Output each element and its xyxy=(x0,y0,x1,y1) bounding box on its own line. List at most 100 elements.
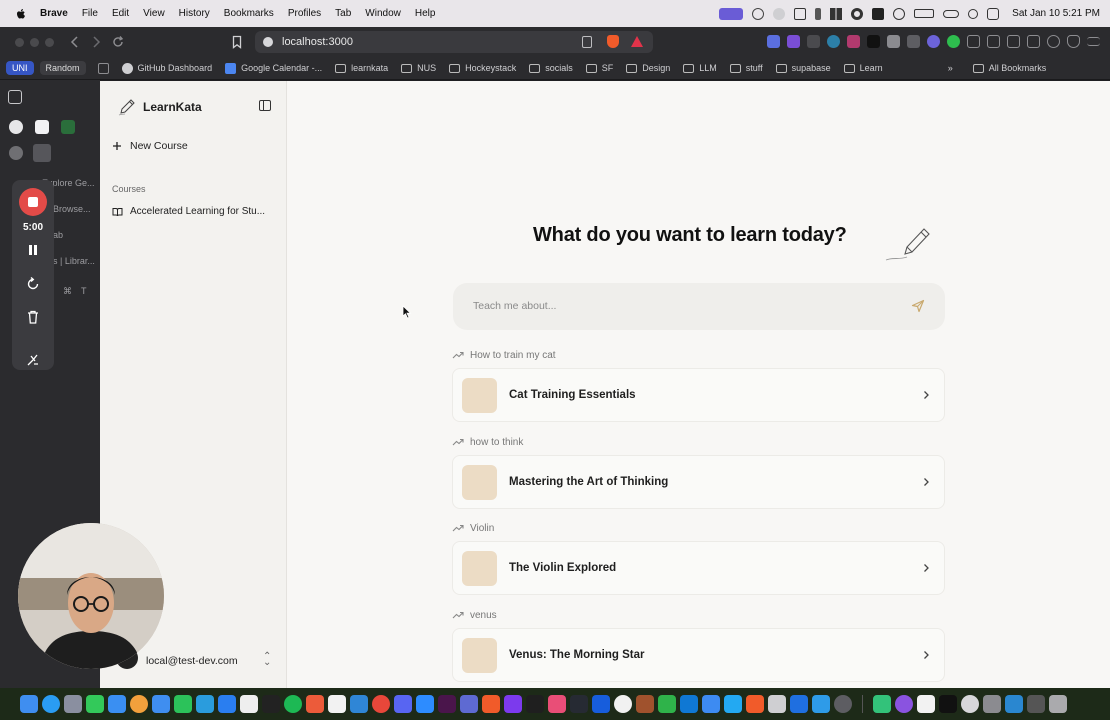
openai-icon[interactable] xyxy=(614,695,632,713)
menu-clock[interactable]: Sat Jan 10 5:21 PM xyxy=(1012,8,1100,19)
profile-badge[interactable]: UNI xyxy=(6,61,34,75)
extension-9-icon[interactable] xyxy=(927,35,940,48)
bookmark-stuff[interactable]: stuff xyxy=(729,63,763,73)
help-icon[interactable] xyxy=(834,695,852,713)
obsidian-icon[interactable] xyxy=(504,695,522,713)
dictionary-a-icon[interactable] xyxy=(872,7,885,20)
pinned-tab-plus[interactable] xyxy=(35,120,49,134)
pinned-tab-supabase[interactable] xyxy=(61,120,75,134)
vpn-icon[interactable] xyxy=(1067,35,1080,48)
screen-record-icon[interactable] xyxy=(719,7,744,20)
collapse-sidebar-icon[interactable] xyxy=(259,100,271,111)
bookmark-learnkata[interactable]: learnkata xyxy=(335,63,388,73)
zoom-icon[interactable] xyxy=(416,695,434,713)
menu-file[interactable]: File xyxy=(82,8,98,19)
site-info-icon[interactable] xyxy=(263,37,273,47)
menu-bookmarks[interactable]: Bookmarks xyxy=(224,8,274,19)
linear-icon[interactable] xyxy=(460,695,478,713)
discord-app-icon[interactable] xyxy=(394,695,412,713)
bookmarks-overflow-button[interactable]: » xyxy=(948,63,953,73)
menu-help[interactable]: Help xyxy=(415,8,436,19)
settings-gear-icon[interactable] xyxy=(851,7,864,20)
brave-shields-icon[interactable] xyxy=(607,35,619,48)
downloads-icon[interactable] xyxy=(1005,695,1023,713)
figma-icon[interactable] xyxy=(306,695,324,713)
notion-app-icon[interactable] xyxy=(328,695,346,713)
url-text[interactable]: localhost:3000 xyxy=(282,36,353,48)
slack-icon[interactable] xyxy=(438,695,456,713)
mail-icon[interactable] xyxy=(108,695,126,713)
numbers-icon[interactable] xyxy=(658,695,676,713)
bookmark-socials[interactable]: socials xyxy=(529,63,573,73)
trash-icon[interactable] xyxy=(25,309,41,325)
search-icon[interactable] xyxy=(968,8,979,19)
window-zoom-button[interactable] xyxy=(45,38,54,47)
obsidian-2-icon[interactable] xyxy=(961,695,979,713)
account-email[interactable]: local@test-dev.com xyxy=(146,655,238,667)
bookmark-github[interactable]: GitHub Dashboard xyxy=(121,62,212,74)
vscode-2-icon[interactable] xyxy=(724,695,742,713)
pause-icon[interactable] xyxy=(25,242,41,258)
course-card[interactable]: Venus: The Morning Star xyxy=(452,628,945,682)
brave-2-icon[interactable] xyxy=(746,695,764,713)
topic-input[interactable] xyxy=(473,297,893,315)
extension-7-icon[interactable] xyxy=(887,35,900,48)
tab-label[interactable]: Browse... xyxy=(53,204,91,214)
bookmark-google-calendar[interactable]: Google Calendar -... xyxy=(225,62,322,74)
tab-label[interactable]: ab xyxy=(53,230,63,240)
bookmark-page-icon[interactable] xyxy=(230,35,244,49)
extension-8-icon[interactable] xyxy=(907,35,920,48)
course-item[interactable]: Accelerated Learning for Stu... xyxy=(112,206,265,217)
pinned-tab-active[interactable] xyxy=(33,144,51,162)
cloud-icon[interactable] xyxy=(773,7,786,20)
trash-bin-icon[interactable] xyxy=(1049,695,1067,713)
extension-10-icon[interactable] xyxy=(947,35,960,48)
font-book-icon[interactable] xyxy=(768,695,786,713)
arc-icon[interactable] xyxy=(548,695,566,713)
menu-edit[interactable]: Edit xyxy=(112,8,129,19)
scripts-icon[interactable] xyxy=(812,695,830,713)
control-center-icon[interactable] xyxy=(987,7,1000,20)
back-arrow-icon[interactable] xyxy=(68,35,82,49)
extension-6-icon[interactable] xyxy=(867,35,880,48)
menu-view[interactable]: View xyxy=(143,8,165,19)
sidebar-toggle-icon[interactable] xyxy=(1007,35,1020,48)
grammarly-icon[interactable] xyxy=(752,7,765,20)
terminal-icon[interactable] xyxy=(262,695,280,713)
bitwarden-icon[interactable] xyxy=(592,695,610,713)
menu-app-name[interactable]: Brave xyxy=(40,8,68,19)
play-circle-icon[interactable] xyxy=(893,7,906,20)
photos-icon[interactable] xyxy=(130,695,148,713)
apple-logo-icon[interactable] xyxy=(14,7,28,21)
reload-icon[interactable] xyxy=(111,35,125,49)
folder-stack-icon[interactable] xyxy=(1027,695,1045,713)
spark-icon[interactable] xyxy=(873,695,891,713)
forward-arrow-icon[interactable] xyxy=(89,35,103,49)
bookmark-sf[interactable]: SF xyxy=(585,63,613,73)
spotify-icon[interactable] xyxy=(284,695,302,713)
menu-history[interactable]: History xyxy=(179,8,210,19)
new-course-button[interactable]: New Course xyxy=(112,140,188,152)
menu-window[interactable]: Window xyxy=(365,8,401,19)
window-close-button[interactable] xyxy=(15,38,24,47)
xcode-icon[interactable] xyxy=(702,695,720,713)
bookmark-nus[interactable]: NUS xyxy=(401,63,436,73)
app-store-icon[interactable] xyxy=(218,695,236,713)
extension-5-icon[interactable] xyxy=(847,35,860,48)
launchpad-icon[interactable] xyxy=(64,695,82,713)
outlook-icon[interactable] xyxy=(680,695,698,713)
translator-icon[interactable] xyxy=(790,695,808,713)
preview-icon[interactable] xyxy=(983,695,1001,713)
leo-ai-icon[interactable] xyxy=(1047,35,1060,48)
telegram-icon[interactable] xyxy=(196,695,214,713)
course-card[interactable]: Cat Training Essentials xyxy=(452,368,945,422)
course-card[interactable]: Mastering the Art of Thinking xyxy=(452,455,945,509)
vscode-icon[interactable] xyxy=(350,695,368,713)
finder-2-icon[interactable] xyxy=(152,695,170,713)
random-profile-pill[interactable]: Random xyxy=(39,61,86,75)
account-switcher-chevron-icon[interactable]: ⌃ ⌄ xyxy=(263,652,271,668)
window-minimize-button[interactable] xyxy=(30,38,39,47)
menu-tab[interactable]: Tab xyxy=(335,8,351,19)
bookmark-learn[interactable]: Learn xyxy=(843,63,883,73)
windows-grid-icon[interactable] xyxy=(830,7,843,20)
